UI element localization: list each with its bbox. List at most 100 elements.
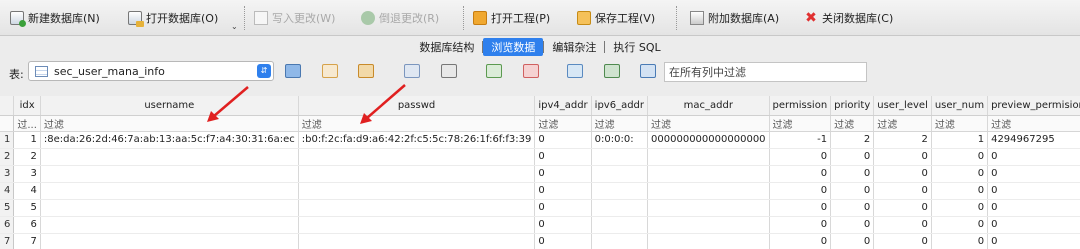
cell-user_level[interactable]: 0 <box>873 199 932 217</box>
cell-preview_permision[interactable]: 0 <box>987 233 1080 249</box>
cell-user_num[interactable]: 0 <box>931 199 989 217</box>
column-filter-passwd[interactable]: 过滤 <box>298 115 536 132</box>
column-filter-idx[interactable]: 过... <box>13 115 41 132</box>
table-row[interactable]: 6600000000 <box>0 216 1080 234</box>
attach-database-button[interactable]: 附加数据库(A) <box>690 10 779 26</box>
cell-ipv6_addr[interactable] <box>591 165 649 183</box>
cell-idx[interactable]: 6 <box>13 216 41 234</box>
cell-priority[interactable]: 0 <box>830 182 875 200</box>
cell-user_level[interactable]: 0 <box>873 216 932 234</box>
cell-username[interactable] <box>40 182 299 200</box>
refresh-icon[interactable] <box>285 64 301 78</box>
row-number[interactable]: 1 <box>0 131 15 149</box>
column-header-ipv4_addr[interactable]: ipv4_addr <box>534 96 592 116</box>
cell-priority[interactable]: 0 <box>830 165 875 183</box>
column-filter-ipv4_addr[interactable]: 过滤 <box>534 115 592 132</box>
cell-priority[interactable]: 2 <box>830 131 875 149</box>
cell-ipv6_addr[interactable] <box>591 199 649 217</box>
cell-preview_permision[interactable]: 0 <box>987 216 1080 234</box>
cell-preview_permision[interactable]: 4294967295 <box>987 131 1080 149</box>
tab-0[interactable]: 数据库结构 <box>411 38 482 56</box>
table-row[interactable]: 5500000000 <box>0 199 1080 217</box>
cell-passwd[interactable] <box>298 233 536 249</box>
cell-user_level[interactable]: 0 <box>873 148 932 166</box>
cell-ipv4_addr[interactable]: 0 <box>534 216 592 234</box>
revert-changes-button[interactable]: 倒退更改(R) <box>361 10 439 26</box>
cell-idx[interactable]: 2 <box>13 148 41 166</box>
insert-record-icon[interactable] <box>486 64 502 78</box>
row-number[interactable]: 5 <box>0 199 15 217</box>
cell-passwd[interactable] <box>298 216 536 234</box>
cell-idx[interactable]: 5 <box>13 199 41 217</box>
cell-idx[interactable]: 1 <box>13 131 41 149</box>
cell-mac_addr[interactable] <box>647 165 770 183</box>
cell-idx[interactable]: 7 <box>13 233 41 249</box>
close-database-button[interactable]: ✖ 关闭数据库(C) <box>804 10 893 26</box>
column-filter-user_num[interactable]: 过滤 <box>931 115 989 132</box>
table-select[interactable]: sec_user_mana_info ⇵ <box>28 61 274 81</box>
cell-ipv6_addr[interactable] <box>591 182 649 200</box>
print-icon[interactable] <box>441 64 457 78</box>
cell-permission[interactable]: 0 <box>769 233 832 249</box>
cell-user_num[interactable]: 0 <box>931 148 989 166</box>
save-table-icon[interactable] <box>404 64 420 78</box>
column-header-user_level[interactable]: user_level <box>873 96 932 116</box>
column-header-permission[interactable]: permission <box>769 96 832 116</box>
find-icon[interactable] <box>567 64 583 78</box>
cell-ipv4_addr[interactable]: 0 <box>534 199 592 217</box>
cell-user_num[interactable]: 1 <box>931 131 989 149</box>
column-header-passwd[interactable]: passwd <box>298 96 536 116</box>
column-filter-permission[interactable]: 过滤 <box>769 115 832 132</box>
save-project-button[interactable]: 保存工程(V) <box>577 10 655 26</box>
cell-mac_addr[interactable] <box>647 216 770 234</box>
cell-user_num[interactable]: 0 <box>931 165 989 183</box>
row-number[interactable]: 7 <box>0 233 15 249</box>
column-filter-preview_permision[interactable]: 过滤 <box>987 115 1080 132</box>
cell-permission[interactable]: -1 <box>769 131 832 149</box>
replace-icon[interactable] <box>604 64 620 78</box>
cell-ipv6_addr[interactable] <box>591 148 649 166</box>
cell-idx[interactable]: 3 <box>13 165 41 183</box>
cell-user_level[interactable]: 0 <box>873 182 932 200</box>
global-filter-input[interactable]: 在所有列中过滤 <box>664 62 867 82</box>
cell-permission[interactable]: 0 <box>769 199 832 217</box>
column-header-ipv6_addr[interactable]: ipv6_addr <box>591 96 649 116</box>
cell-passwd[interactable]: :b0:f:2c:fa:d9:a6:42:2f:c5:5c:78:26:1f:6… <box>298 131 536 149</box>
cell-passwd[interactable] <box>298 182 536 200</box>
column-header-priority[interactable]: priority <box>830 96 875 116</box>
cell-ipv4_addr[interactable]: 0 <box>534 148 592 166</box>
cell-ipv4_addr[interactable]: 0 <box>534 131 592 149</box>
cell-priority[interactable]: 0 <box>830 199 875 217</box>
cell-preview_permision[interactable]: 0 <box>987 182 1080 200</box>
row-number[interactable]: 2 <box>0 148 15 166</box>
column-filter-mac_addr[interactable]: 过滤 <box>647 115 770 132</box>
cell-passwd[interactable] <box>298 199 536 217</box>
cell-mac_addr[interactable] <box>647 199 770 217</box>
cell-permission[interactable]: 0 <box>769 165 832 183</box>
cell-preview_permision[interactable]: 0 <box>987 165 1080 183</box>
cell-mac_addr[interactable]: 000000000000000000 <box>647 131 770 149</box>
table-row[interactable]: 4400000000 <box>0 182 1080 200</box>
cell-priority[interactable]: 0 <box>830 233 875 249</box>
cell-user_num[interactable]: 0 <box>931 233 989 249</box>
cell-passwd[interactable] <box>298 165 536 183</box>
cell-ipv4_addr[interactable]: 0 <box>534 182 592 200</box>
cell-priority[interactable]: 0 <box>830 216 875 234</box>
cell-user_num[interactable]: 0 <box>931 216 989 234</box>
chevron-down-icon[interactable]: ⌄ <box>231 22 238 31</box>
format-icon[interactable] <box>640 64 656 78</box>
cell-ipv6_addr[interactable] <box>591 233 649 249</box>
cell-ipv6_addr[interactable]: 0:0:0:0: <box>591 131 649 149</box>
column-header-username[interactable]: username <box>40 96 299 116</box>
cell-username[interactable]: :8e:da:26:2d:46:7a:ab:13:aa:5c:f7:a4:30:… <box>40 131 299 149</box>
table-row[interactable]: 2200000000 <box>0 148 1080 166</box>
cell-priority[interactable]: 0 <box>830 148 875 166</box>
clear-filter-icon[interactable] <box>358 64 374 78</box>
table-row[interactable]: 7700000000 <box>0 233 1080 249</box>
cell-user_num[interactable]: 0 <box>931 182 989 200</box>
cell-ipv6_addr[interactable] <box>591 216 649 234</box>
cell-ipv4_addr[interactable]: 0 <box>534 233 592 249</box>
open-database-button[interactable]: 打开数据库(O) <box>128 10 218 27</box>
row-number[interactable]: 4 <box>0 182 15 200</box>
cell-user_level[interactable]: 2 <box>873 131 932 149</box>
